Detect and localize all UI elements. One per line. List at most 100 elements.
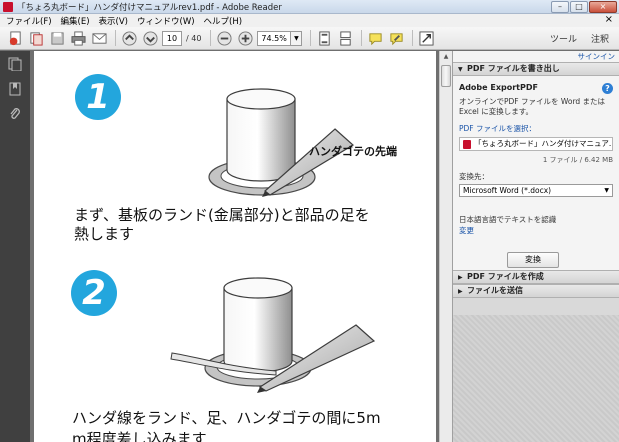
step-number-1: 1: [75, 74, 121, 120]
full-screen-button[interactable]: [417, 30, 435, 47]
scrollbar-thumb[interactable]: [441, 65, 451, 87]
expand-triangle-icon: ▶: [458, 288, 463, 295]
signin-link[interactable]: サインイン: [453, 51, 619, 62]
convert-format-value: Microsoft Word (*.docx): [463, 186, 552, 195]
maximize-button[interactable]: □: [570, 1, 588, 13]
iron-tip-label: ハンダゴテの先端: [309, 145, 397, 158]
document-scrollbar[interactable]: ▲: [439, 51, 452, 442]
toolbar-separator: [361, 30, 363, 46]
document-close-button[interactable]: ×: [605, 14, 613, 25]
page-thumbnails-icon: [8, 57, 22, 72]
menu-bar: ファイル(F) 編集(E) 表示(V) ウィンドウ(W) ヘルプ(H) ×: [0, 14, 619, 27]
plus-circle-icon: [238, 30, 253, 46]
sticky-note-button[interactable]: [366, 30, 384, 47]
attachments-button[interactable]: [8, 107, 22, 121]
send-files-section-header[interactable]: ▶ ファイルを送信: [453, 284, 619, 298]
create-pdf-button[interactable]: [6, 30, 24, 47]
save-icon: [50, 31, 64, 45]
menu-window[interactable]: ウィンドウ(W): [137, 15, 195, 27]
arrow-up-circle-icon: [121, 30, 137, 46]
comment-tab[interactable]: 注釈: [591, 32, 609, 45]
help-icon[interactable]: ?: [602, 83, 613, 94]
toolbar-separator: [115, 30, 116, 46]
window-controls: – □ ×: [551, 1, 617, 13]
print-icon: [70, 30, 86, 46]
toolbar: 10 / 40 74.5% ▼ ツール 注釈: [0, 27, 619, 50]
fit-page-button[interactable]: [315, 30, 333, 47]
collapse-triangle-icon: ▼: [458, 66, 463, 73]
navigation-pane: [0, 51, 30, 442]
print-button[interactable]: [69, 30, 87, 47]
create-pdf-icon: [9, 30, 21, 45]
pdf-file-icon: [463, 139, 471, 149]
window-title: 「ちょろ丸ボード」ハンダ付けマニュアルrev1.pdf - Adobe Read…: [17, 2, 282, 13]
export-pdf-description: オンラインでPDF ファイルを Word または Excel に変換します。: [459, 97, 606, 116]
tools-tab[interactable]: ツール: [550, 32, 577, 45]
tools-pane-empty-area: [453, 315, 619, 442]
save-button[interactable]: [48, 30, 66, 47]
step1-text-line2: 熱します: [74, 225, 135, 243]
highlight-button[interactable]: [387, 30, 405, 47]
title-bar: 「ちょろ丸ボード」ハンダ付けマニュアルrev1.pdf - Adobe Read…: [0, 0, 619, 14]
bookmarks-button[interactable]: [8, 82, 22, 96]
step1-text-line1: まず、基板のランド(金属部分)と部品の足を: [74, 206, 370, 224]
highlighter-icon: [390, 32, 403, 45]
scroll-mode-button[interactable]: [336, 30, 354, 47]
convert-button[interactable]: 変換: [507, 252, 559, 268]
adobe-reader-app-icon: [3, 1, 13, 12]
ocr-language-label: 日本語言語でテキストを認識: [459, 215, 557, 224]
step2-text-line2: m程度差し込みます: [72, 430, 207, 442]
selected-file-name: 「ちょろ丸ボード」ハンダ付けマニュア...: [474, 139, 613, 148]
page-thumbnails-button[interactable]: [8, 57, 22, 72]
zoom-dropdown-button[interactable]: ▼: [291, 30, 303, 46]
selected-file-field[interactable]: 「ちょろ丸ボード」ハンダ付けマニュア...: [459, 137, 613, 151]
zoom-in-button[interactable]: [236, 30, 254, 47]
combine-files-button[interactable]: [27, 30, 45, 47]
step-number-2: 2: [71, 270, 117, 316]
arrow-down-circle-icon: [142, 30, 158, 46]
convert-to-label: 変換先：: [459, 172, 489, 181]
minus-circle-icon: [217, 30, 232, 46]
email-button[interactable]: [90, 30, 108, 47]
export-pdf-section: Adobe ExportPDF ? オンラインでPDF ファイルを Word ま…: [453, 76, 619, 270]
page-number-input[interactable]: 10: [162, 30, 182, 46]
file-count: 1 ファイル / 6.42 MB: [542, 156, 613, 164]
toolbar-separator: [210, 30, 212, 46]
document-view[interactable]: 1 ハンダゴテの先端 まず、基板のランド(金属部分)と部品の足を 熱します 2: [30, 51, 439, 442]
soldering-step2-illustration: [170, 277, 376, 393]
bookmark-icon: [9, 82, 21, 96]
menu-view[interactable]: 表示(V): [99, 15, 128, 27]
menu-file[interactable]: ファイル(F): [6, 15, 52, 27]
expand-triangle-icon: ▶: [458, 274, 463, 281]
scroll-up-arrow[interactable]: ▲: [440, 51, 452, 63]
create-pdf-header-label: PDF ファイルを作成: [467, 272, 544, 281]
toolbar-separator: [412, 30, 414, 46]
scroll-mode-icon: [340, 30, 351, 46]
menu-edit[interactable]: 編集(E): [61, 15, 90, 27]
create-pdf-section-header[interactable]: ▶ PDF ファイルを作成: [453, 270, 619, 284]
select-pdf-link[interactable]: PDF ファイルを選択：: [459, 123, 613, 134]
minimize-button[interactable]: –: [551, 1, 569, 13]
convert-format-select[interactable]: Microsoft Word (*.docx) ▼: [459, 184, 613, 197]
tools-pane: サインイン ▼ PDF ファイルを書き出し Adobe ExportPDF ? オ…: [452, 51, 619, 442]
combine-files-icon: [29, 31, 43, 46]
export-pdf-title: Adobe ExportPDF: [459, 83, 538, 92]
chevron-down-icon: ▼: [604, 187, 609, 194]
export-pdf-header-label: PDF ファイルを書き出し: [467, 64, 560, 73]
close-button[interactable]: ×: [589, 1, 617, 13]
toolbar-separator: [310, 30, 312, 46]
pdf-page: 1 ハンダゴテの先端 まず、基板のランド(金属部分)と部品の足を 熱します 2: [34, 51, 436, 442]
ocr-change-link[interactable]: 変更: [459, 225, 613, 236]
send-files-header-label: ファイルを送信: [467, 286, 523, 295]
export-pdf-section-header[interactable]: ▼ PDF ファイルを書き出し: [453, 62, 619, 76]
previous-page-button[interactable]: [120, 30, 138, 47]
menu-help[interactable]: ヘルプ(H): [204, 15, 243, 27]
step2-text-line1: ハンダ線をランド、足、ハンダゴテの間に5m: [72, 409, 381, 427]
zoom-out-button[interactable]: [215, 30, 233, 47]
mail-icon: [91, 32, 107, 44]
zoom-level-input[interactable]: 74.5%: [257, 30, 292, 46]
fit-page-icon: [319, 30, 330, 46]
next-page-button[interactable]: [141, 30, 159, 47]
speech-bubble-icon: [369, 32, 382, 45]
toolbar-right-tabs: ツール 注釈: [550, 32, 609, 45]
